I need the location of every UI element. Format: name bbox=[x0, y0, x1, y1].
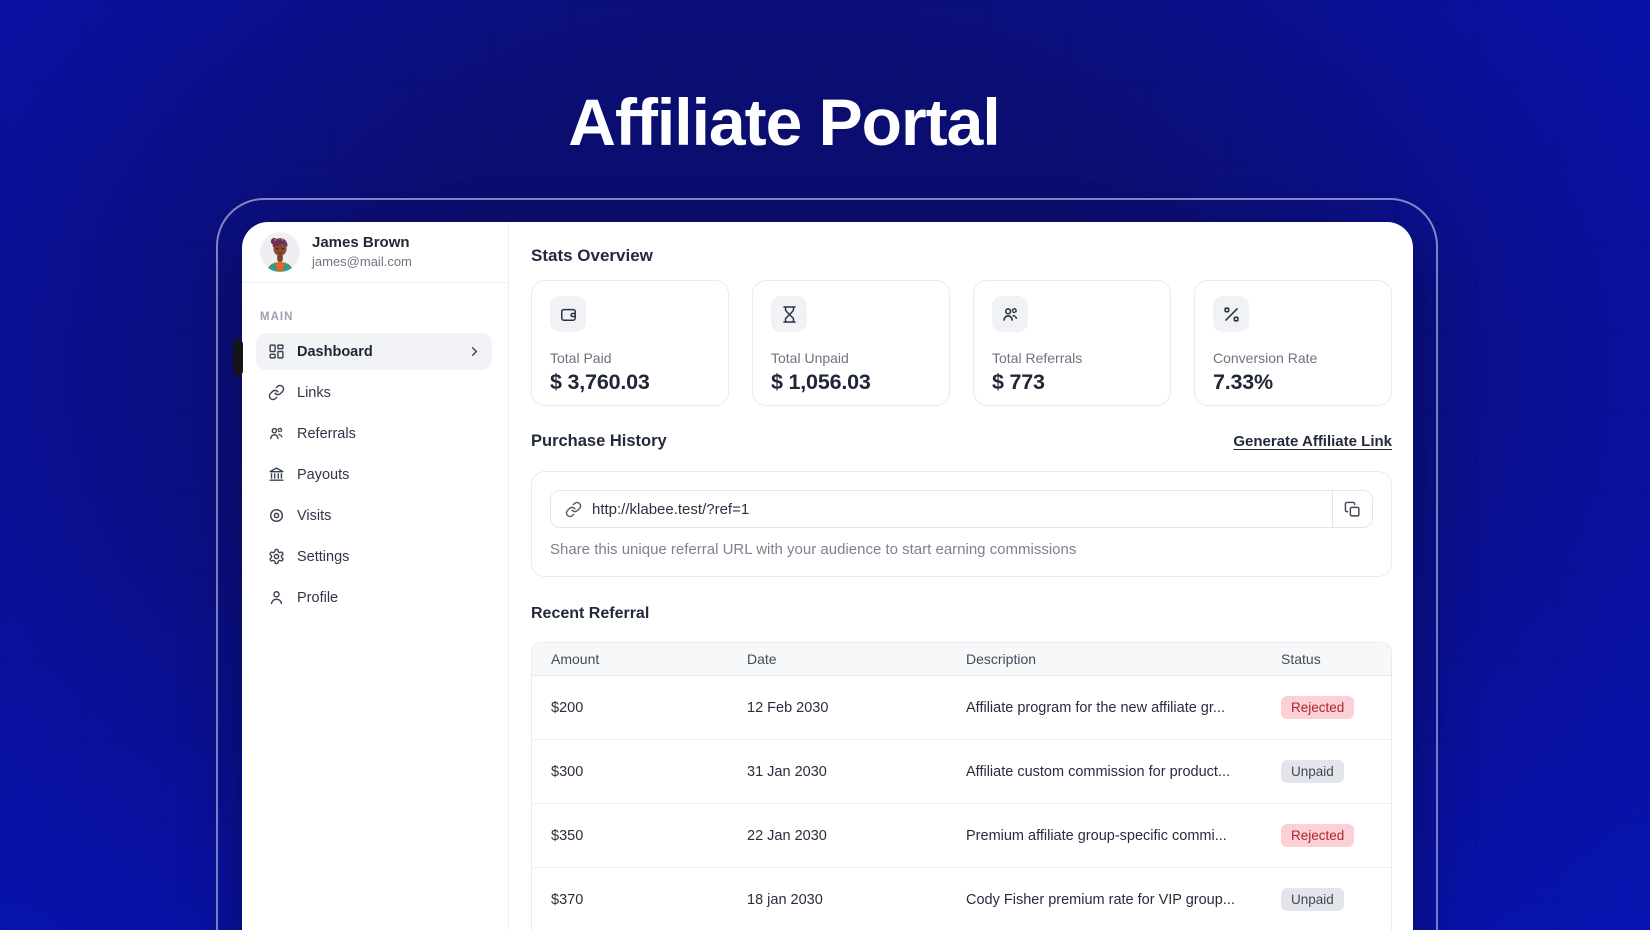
recent-referral-table: Amount Date Description Status $200 12 F… bbox=[531, 642, 1392, 930]
cell-description: Affiliate program for the new affiliate … bbox=[966, 699, 1225, 716]
sidebar-section-label: MAIN bbox=[260, 311, 294, 323]
sidebar-item-referrals[interactable]: Referrals bbox=[256, 413, 492, 454]
column-header-amount: Amount bbox=[551, 651, 600, 667]
sidebar-item-label: Referrals bbox=[297, 425, 356, 442]
cell-date: 18 jan 2030 bbox=[747, 891, 823, 908]
referral-url-helper: Share this unique referral URL with your… bbox=[550, 541, 1077, 558]
cell-status: Rejected bbox=[1262, 824, 1391, 847]
cell-amount: $300 bbox=[551, 763, 584, 780]
avatar bbox=[260, 232, 300, 272]
referral-url-card: Share this unique referral URL with your… bbox=[531, 471, 1392, 577]
table-row: $300 31 Jan 2030 Affiliate custom commis… bbox=[532, 740, 1391, 804]
bank-icon bbox=[267, 466, 285, 484]
cell-description: Cody Fisher premium rate for VIP group..… bbox=[966, 891, 1235, 908]
column-header-date: Date bbox=[747, 651, 777, 667]
referral-url-input[interactable] bbox=[592, 500, 1332, 518]
copy-button[interactable] bbox=[1332, 491, 1372, 527]
cell-amount: $200 bbox=[551, 699, 584, 716]
status-badge: Rejected bbox=[1281, 696, 1355, 719]
screen-background: Affiliate Portal James Brown james@mail.… bbox=[0, 0, 1650, 930]
cell-date: 12 Feb 2030 bbox=[747, 699, 829, 716]
sidebar-item-label: Visits bbox=[297, 507, 332, 524]
cell-amount: $370 bbox=[551, 891, 584, 908]
target-icon bbox=[267, 507, 285, 525]
stat-value: $ 773 bbox=[992, 370, 1045, 394]
percent-icon bbox=[1213, 296, 1249, 332]
referrals-icon bbox=[267, 425, 285, 443]
stat-value: $ 1,056.03 bbox=[771, 370, 871, 394]
purchase-history-heading: Purchase History bbox=[531, 432, 667, 450]
table-row: $350 22 Jan 2030 Premium affiliate group… bbox=[532, 804, 1391, 868]
cell-status: Unpaid bbox=[1262, 760, 1391, 783]
sidebar-item-links[interactable]: Links bbox=[256, 372, 492, 413]
stat-value: 7.33% bbox=[1213, 370, 1273, 394]
link-icon bbox=[267, 384, 285, 402]
cell-description: Affiliate custom commission for product.… bbox=[966, 763, 1231, 780]
main-content: Stats Overview Total Paid $ 3,760.03 Tot… bbox=[509, 222, 1413, 930]
sidebar: James Brown james@mail.com MAIN Dashboar… bbox=[242, 222, 509, 930]
sidebar-item-label: Profile bbox=[297, 589, 339, 606]
table-header-row: Amount Date Description Status bbox=[532, 643, 1391, 676]
stat-grid: Total Paid $ 3,760.03 Total Unpaid $ 1,0… bbox=[531, 280, 1392, 406]
hourglass-icon bbox=[771, 296, 807, 332]
column-header-description: Description bbox=[966, 651, 1037, 667]
gear-icon bbox=[267, 548, 285, 566]
sidebar-item-label: Payouts bbox=[297, 466, 350, 483]
stat-card-conversion-rate: Conversion Rate 7.33% bbox=[1194, 280, 1392, 406]
referral-url-field bbox=[550, 490, 1373, 528]
link-icon bbox=[565, 501, 582, 518]
cell-date: 22 Jan 2030 bbox=[747, 827, 827, 844]
user-block[interactable]: James Brown james@mail.com bbox=[242, 222, 508, 282]
referrals-icon bbox=[992, 296, 1028, 332]
page-title: Affiliate Portal bbox=[568, 85, 1000, 159]
stat-card-total-unpaid: Total Unpaid $ 1,056.03 bbox=[752, 280, 950, 406]
stat-label: Total Unpaid bbox=[771, 350, 849, 366]
status-badge: Unpaid bbox=[1281, 888, 1344, 911]
device-side-button bbox=[233, 339, 243, 376]
sidebar-item-label: Dashboard bbox=[297, 343, 373, 360]
sidebar-item-visits[interactable]: Visits bbox=[256, 495, 492, 536]
sidebar-item-settings[interactable]: Settings bbox=[256, 536, 492, 577]
divider bbox=[242, 282, 508, 283]
sidebar-item-label: Settings bbox=[297, 548, 350, 565]
status-badge: Unpaid bbox=[1281, 760, 1344, 783]
status-badge: Rejected bbox=[1281, 824, 1355, 847]
table-body: $200 12 Feb 2030 Affiliate program for t… bbox=[532, 676, 1391, 930]
cell-status: Rejected bbox=[1262, 696, 1391, 719]
stat-label: Conversion Rate bbox=[1213, 350, 1318, 366]
user-name: James Brown bbox=[312, 233, 410, 251]
table-row: $200 12 Feb 2030 Affiliate program for t… bbox=[532, 676, 1391, 740]
chevron-right-icon bbox=[467, 344, 482, 359]
user-email: james@mail.com bbox=[312, 254, 412, 270]
sidebar-nav: Dashboard Links Referrals Payouts Visits… bbox=[242, 333, 508, 618]
table-row: $370 18 jan 2030 Cody Fisher premium rat… bbox=[532, 868, 1391, 930]
stat-card-total-paid: Total Paid $ 3,760.03 bbox=[531, 280, 729, 406]
app-window: James Brown james@mail.com MAIN Dashboar… bbox=[242, 222, 1413, 930]
user-icon bbox=[267, 589, 285, 607]
user-info: James Brown james@mail.com bbox=[312, 233, 412, 271]
cell-description: Premium affiliate group-specific commi..… bbox=[966, 827, 1227, 844]
stat-label: Total Paid bbox=[550, 350, 612, 366]
stat-value: $ 3,760.03 bbox=[550, 370, 650, 394]
sidebar-item-dashboard[interactable]: Dashboard bbox=[256, 333, 492, 370]
stats-heading: Stats Overview bbox=[531, 246, 653, 265]
sidebar-item-profile[interactable]: Profile bbox=[256, 577, 492, 618]
stat-label: Total Referrals bbox=[992, 350, 1083, 366]
column-header-status: Status bbox=[1281, 651, 1321, 667]
copy-icon bbox=[1344, 501, 1361, 518]
dashboard-icon bbox=[267, 343, 285, 361]
cell-status: Unpaid bbox=[1262, 888, 1391, 911]
sidebar-item-label: Links bbox=[297, 384, 331, 401]
stat-card-total-referrals: Total Referrals $ 773 bbox=[973, 280, 1171, 406]
cell-date: 31 Jan 2030 bbox=[747, 763, 827, 780]
wallet-icon bbox=[550, 296, 586, 332]
cell-amount: $350 bbox=[551, 827, 584, 844]
sidebar-item-payouts[interactable]: Payouts bbox=[256, 454, 492, 495]
recent-referral-heading: Recent Referral bbox=[531, 605, 650, 622]
generate-affiliate-link[interactable]: Generate Affiliate Link bbox=[1233, 433, 1392, 450]
